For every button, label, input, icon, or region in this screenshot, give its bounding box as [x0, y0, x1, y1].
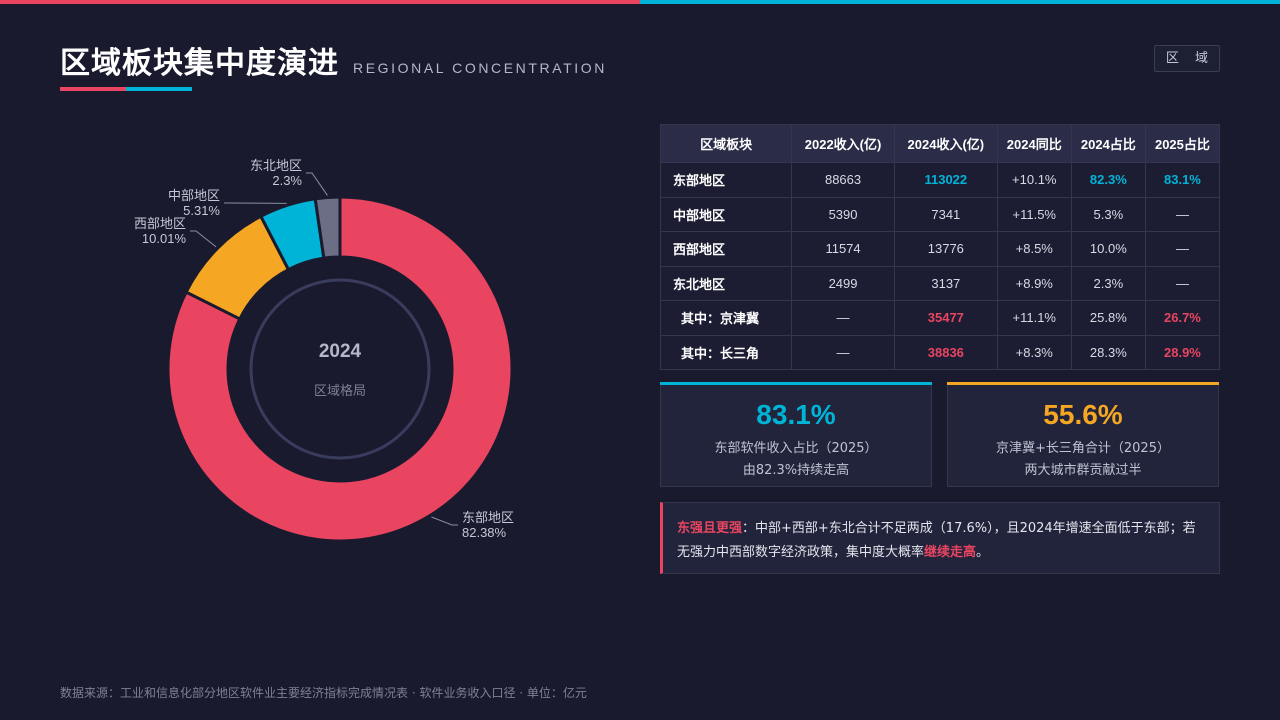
donut-slice-name: 东部地区: [462, 511, 514, 526]
table-cell: 113022: [893, 162, 998, 198]
underline-pink: [60, 87, 126, 91]
donut-inner-ring: [249, 278, 431, 460]
donut-slice-name: 东北地区: [250, 159, 302, 174]
donut-leader-line: [306, 172, 328, 196]
table-row-label: 其中：长三角: [659, 334, 793, 370]
table-cell: 13776: [893, 231, 998, 267]
note-emphasis: 继续走高: [924, 545, 977, 560]
table-cell: 83.1%: [1144, 162, 1221, 198]
kpi-caption: 京津冀+长三角合计（2025）: [996, 441, 1170, 456]
donut-slice-value: 5.31%: [183, 203, 220, 218]
table-cell: 35477: [893, 300, 998, 336]
region-tag-button[interactable]: 区 域: [1154, 45, 1220, 72]
table-cell: 2499: [791, 265, 895, 301]
table-cell: 5390: [791, 196, 895, 232]
page-subtitle: REGIONAL CONCENTRATION: [353, 60, 607, 76]
table-cell: +8.9%: [996, 265, 1072, 301]
page-title: 区域板块集中度演进: [60, 46, 339, 81]
table-cell: —: [1144, 196, 1221, 232]
table-cell: 25.8%: [1070, 300, 1146, 336]
table-cell: 11574: [791, 231, 895, 267]
region-donut-chart: 2024 区域格局 东部地区82.38% 西部地区10.01% 中部地区5.31% 东…: [134, 159, 514, 543]
donut-slice-value: 10.01%: [142, 231, 187, 246]
table-cell: 26.7%: [1144, 300, 1221, 336]
table-cell: —: [1144, 265, 1221, 301]
table-row-label: 中部地区: [659, 196, 793, 232]
table-row-label: 东部地区: [659, 162, 793, 198]
kpi-value: 55.6%: [1043, 399, 1123, 430]
table-row: 其中：长三角 —38836 +8.3% 28.3% 28.9%: [659, 334, 1221, 370]
table-cell: +11.1%: [996, 300, 1072, 336]
table-header-cell: 2024收入(亿): [893, 124, 998, 163]
table-header-row: 区域板块 2022收入(亿) 2024收入(亿) 2024同比 2024占比 2025占比: [659, 124, 1221, 163]
title-block: 区域板块集中度演进 REGIONAL CONCENTRATION: [60, 38, 607, 82]
kpi-subcaption: 两大城市群贡献过半: [1024, 463, 1142, 478]
kpi-card-city-clusters: 55.6% 京津冀+长三角合计（2025） 两大城市群贡献过半: [947, 382, 1219, 487]
table-row: 中部地区 5390 7341 +11.5% 5.3% —: [659, 196, 1221, 232]
kpi-subcaption: 由82.3%持续走高: [742, 463, 850, 478]
donut-slice-name: 西部地区: [134, 217, 186, 232]
data-source-footnote: 数据来源：工业和信息化部分地区软件业主要经济指标完成情况表 · 软件业务收入口径…: [60, 686, 587, 700]
note-lead: 东强且更强: [677, 521, 743, 536]
table-cell: 7341: [893, 196, 998, 232]
region-table: 区域板块 2022收入(亿) 2024收入(亿) 2024同比 2024占比 2025占比…: [659, 124, 1221, 370]
table-cell: +11.5%: [996, 196, 1072, 232]
kpi-card-east-share: 83.1% 东部软件收入占比（2025） 由82.3%持续走高: [660, 382, 932, 487]
donut-slice-value: 2.3%: [272, 173, 302, 188]
table-row-label: 东北地区: [659, 265, 793, 301]
table-cell: 38836: [893, 334, 998, 370]
table-cell: +8.5%: [996, 231, 1072, 267]
table-cell: 28.3%: [1070, 334, 1146, 370]
table-cell: 2.3%: [1070, 265, 1146, 301]
table-row: 东部地区 88663 113022 +10.1% 82.3% 83.1%: [659, 162, 1221, 198]
table-row-label: 西部地区: [659, 231, 793, 267]
table-cell: 82.3%: [1070, 162, 1146, 198]
title-underline: [60, 87, 192, 91]
top-accent-cyan: [640, 0, 1280, 4]
table-cell: 5.3%: [1070, 196, 1146, 232]
donut-leader-line: [431, 516, 458, 526]
top-accent-bar: [0, 0, 1280, 4]
kpi-accent-bar: [660, 382, 932, 385]
kpi-accent-bar: [947, 382, 1219, 385]
table-cell: 28.9%: [1144, 334, 1221, 370]
table-cell: +8.3%: [996, 334, 1072, 370]
note-end: 。: [976, 545, 990, 560]
table-header-cell: 2025占比: [1144, 124, 1221, 163]
table-cell: —: [791, 300, 895, 336]
underline-cyan: [126, 87, 192, 91]
table-row: 东北地区 2499 3137 +8.9% 2.3% —: [659, 265, 1221, 301]
table-cell: 88663: [791, 162, 895, 198]
table-header-cell: 2024占比: [1070, 124, 1146, 163]
kpi-value: 83.1%: [756, 399, 836, 430]
donut-center-caption: 区域格局: [314, 383, 366, 399]
table-cell: 10.0%: [1070, 231, 1146, 267]
kpi-caption: 东部软件收入占比（2025）: [714, 441, 878, 456]
table-cell: —: [791, 334, 895, 370]
top-accent-pink: [0, 0, 640, 4]
donut-leader-line: [190, 230, 217, 248]
table-row-label: 其中：京津冀: [659, 300, 793, 336]
table-row: 西部地区 11574 13776 +8.5% 10.0% —: [659, 231, 1221, 267]
table-cell: 3137: [893, 265, 998, 301]
donut-slice-name: 中部地区: [168, 189, 220, 204]
table-header-cell: 区域板块: [659, 124, 793, 163]
donut-center-year: 2024: [319, 341, 362, 362]
table-cell: —: [1144, 231, 1221, 267]
table-header-cell: 2024同比: [996, 124, 1072, 163]
donut-slice-value: 82.38%: [462, 525, 507, 540]
table-cell: +10.1%: [996, 162, 1072, 198]
table-header-cell: 2022收入(亿): [791, 124, 895, 163]
table-row: 其中：京津冀 —35477 +11.1% 25.8% 26.7%: [659, 300, 1221, 336]
insight-note: 东强且更强：中部+西部+东北合计不足两成（17.6%），且2024年增速全面低于…: [660, 502, 1220, 574]
